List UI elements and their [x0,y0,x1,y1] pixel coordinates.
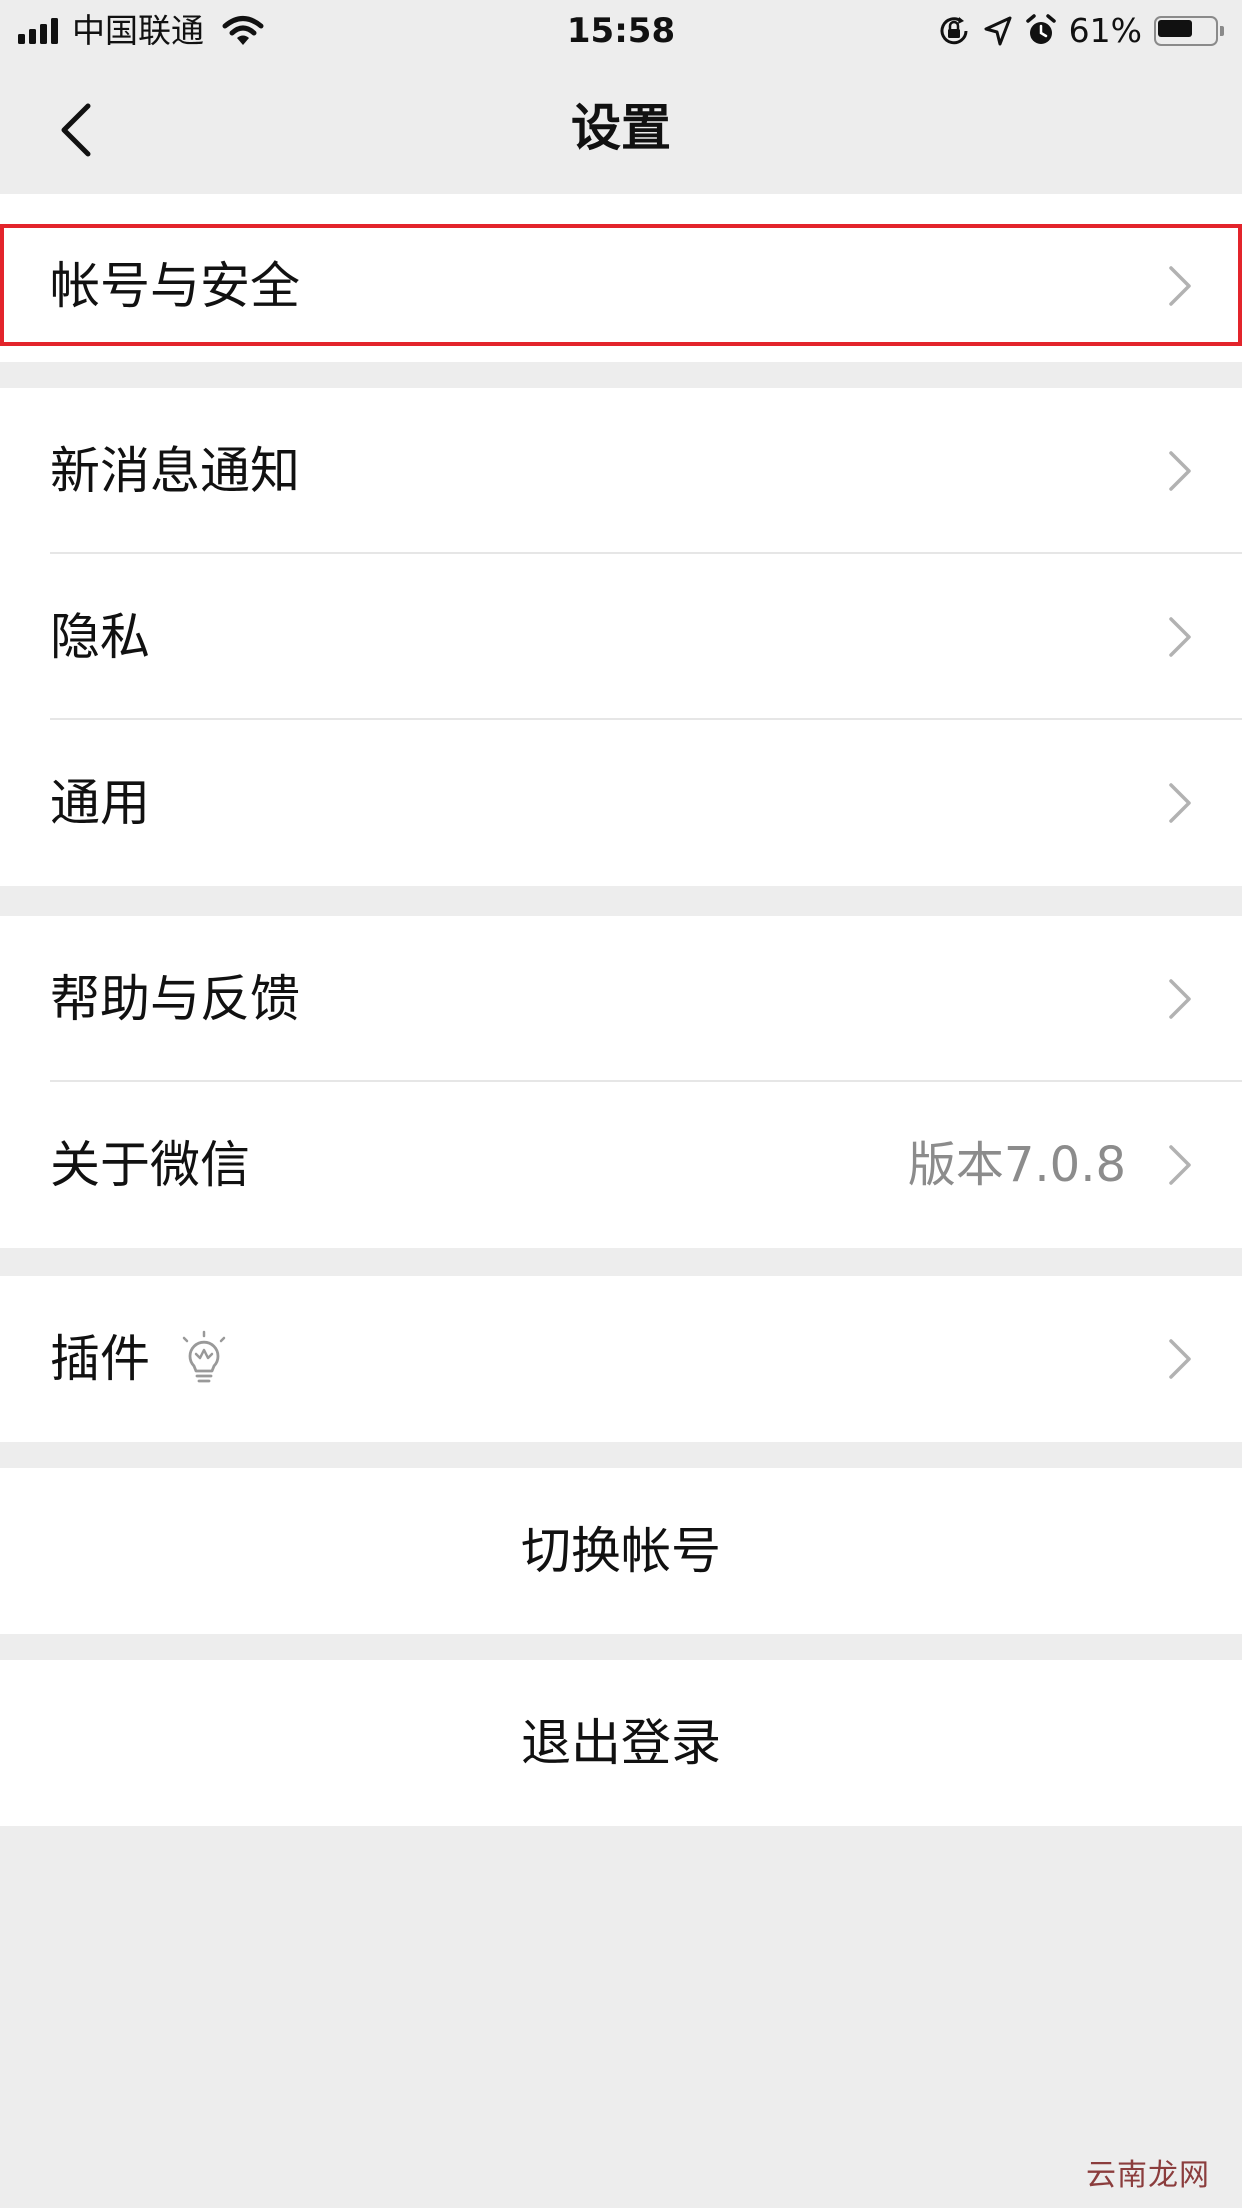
row-label: 通用 [50,774,150,832]
page-title: 设置 [571,99,671,157]
status-bar-right: 61% [937,8,1226,54]
switch-account-button[interactable]: 切换帐号 [0,1468,1242,1634]
row-label: 隐私 [50,608,150,666]
logout-button[interactable]: 退出登录 [0,1660,1242,1826]
settings-group-plugins: 插件 [0,1276,1242,1442]
chevron-left-icon [61,103,91,157]
status-bar: 中国联通 15:58 61% [0,0,1242,62]
settings-row-plugins[interactable]: 插件 [0,1276,1242,1442]
nav-bar: 设置 [0,62,1242,194]
alarm-icon [1025,14,1056,44]
chevron-right-icon [1169,1145,1191,1185]
group-top-padding [0,194,1242,226]
switch-account-group: 切换帐号 [0,1468,1242,1634]
chevron-right-icon [1169,979,1191,1019]
carrier-name: 中国联通 [72,11,204,50]
settings-row-privacy[interactable]: 隐私 [0,554,1242,720]
settings-group-account: 帐号与安全 [0,194,1242,362]
back-button[interactable] [52,100,112,160]
settings-group-main: 新消息通知 隐私 通用 [0,388,1242,886]
settings-row-notifications[interactable]: 新消息通知 [0,388,1242,554]
settings-row-account-security[interactable]: 帐号与安全 [0,226,1242,346]
battery-icon [1154,16,1226,46]
battery-percentage: 61% [1068,11,1142,50]
row-label: 新消息通知 [50,442,300,500]
status-bar-left: 中国联通 [18,8,264,54]
row-label: 关于微信 [50,1136,250,1194]
lightbulb-icon [182,1330,226,1383]
watermark-logo: 云南龙网 [1086,2158,1210,2193]
chevron-right-icon [1169,783,1191,823]
chevron-right-icon [1169,451,1191,491]
rotation-lock-icon [940,17,968,45]
chevron-right-icon [1169,1339,1191,1379]
wifi-icon [222,16,264,45]
location-icon [984,16,1012,46]
settings-row-help-feedback[interactable]: 帮助与反馈 [0,916,1242,1082]
group-bottom-padding [0,346,1242,362]
settings-group-support: 帮助与反馈 关于微信 版本7.0.8 [0,916,1242,1248]
row-label: 插件 [50,1330,150,1388]
logout-group: 退出登录 [0,1660,1242,1826]
settings-row-general[interactable]: 通用 [0,720,1242,886]
settings-row-about-wechat[interactable]: 关于微信 版本7.0.8 [0,1082,1242,1248]
version-value: 版本7.0.8 [907,1137,1126,1193]
chevron-right-icon [1169,617,1191,657]
signal-icon [18,18,58,44]
row-label: 帮助与反馈 [50,970,300,1028]
row-label: 帐号与安全 [50,257,300,315]
chevron-right-icon [1169,266,1191,306]
